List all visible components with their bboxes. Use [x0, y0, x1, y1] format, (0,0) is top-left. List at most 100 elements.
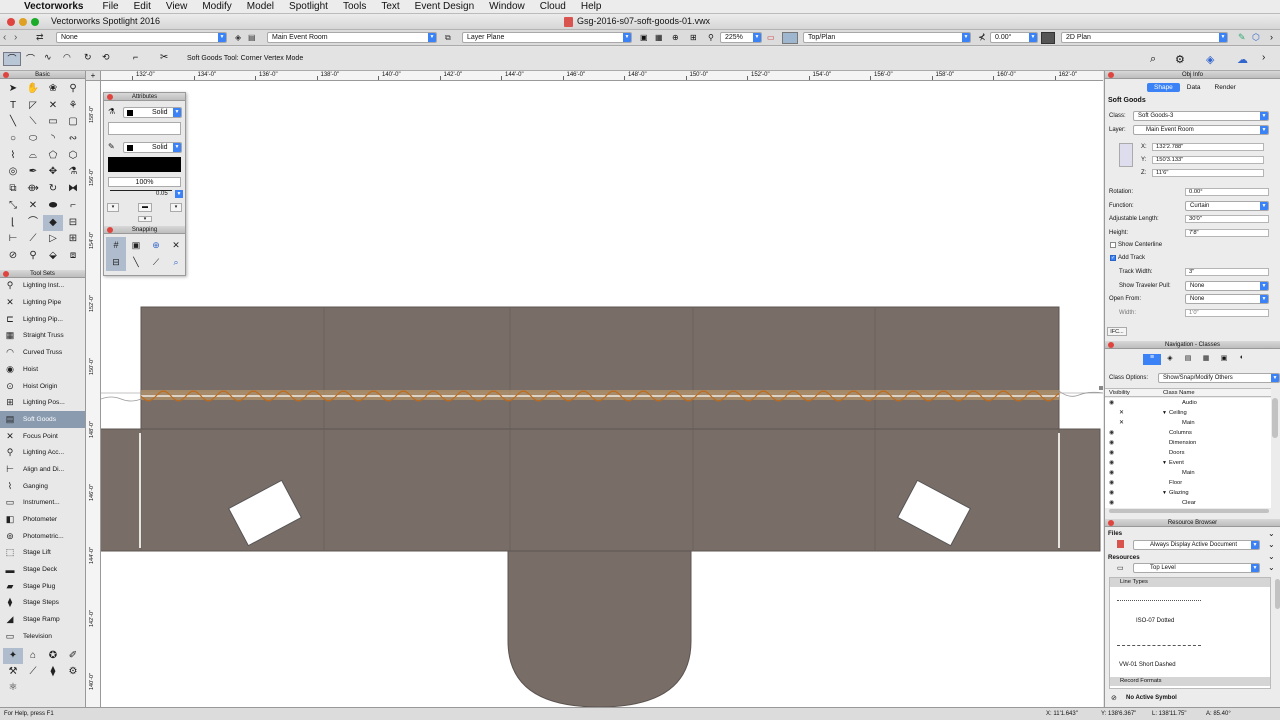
active-plane-dropdown[interactable]: Layer Plane ▼	[462, 32, 632, 43]
more-chevron-icon[interactable]: ›	[1270, 32, 1273, 42]
flyover-tool-icon[interactable]: ❀	[43, 81, 63, 98]
position-anchor-icon[interactable]	[1119, 143, 1133, 167]
fill-style-dropdown[interactable]: Solid ▼	[123, 107, 182, 118]
detailing-toolset-icon[interactable]: ✪	[43, 648, 63, 664]
connect-tool-icon[interactable]: ⌐	[63, 198, 83, 215]
arrowhead-settings-icon[interactable]: ▬	[138, 203, 152, 212]
3d-modeling-toolset-icon[interactable]: ⧫	[43, 664, 63, 680]
y-field[interactable]: 150'3.133"	[1152, 156, 1264, 164]
function-dropdown[interactable]: Curtain ▼	[1185, 201, 1269, 211]
layer-icon[interactable]: ▤	[248, 33, 256, 42]
eye-icon[interactable]: ◉	[1109, 468, 1114, 478]
menu-file[interactable]: File	[102, 1, 118, 12]
z-field[interactable]: 11'6"	[1152, 169, 1264, 177]
visualization-toolset-icon[interactable]: ⚙	[63, 664, 83, 680]
split-tool-icon[interactable]: ⬬	[43, 198, 63, 215]
selection-tool-icon[interactable]: ➤	[3, 81, 23, 98]
current-view-dropdown[interactable]: Top/Plan ▼	[803, 32, 971, 43]
expander-icon[interactable]: ▼	[1162, 408, 1167, 418]
close-palette-icon[interactable]	[1108, 520, 1114, 526]
arc-vertex-mode-icon[interactable]: ◠	[63, 52, 71, 63]
viewports-tab-icon[interactable]: ▦	[1197, 354, 1215, 365]
tool-photometric[interactable]: ⊚ Photometric...	[0, 528, 85, 545]
snap-distance-icon[interactable]: ⊟	[106, 254, 126, 271]
radius-vertex-mode-icon[interactable]: ↻	[84, 52, 92, 63]
spotlight-toolset-icon[interactable]: ✦	[3, 648, 23, 664]
tool-instrument[interactable]: ▭ Instrument...	[0, 495, 85, 512]
callout-tool-icon[interactable]: ◸	[23, 98, 43, 115]
cloud-sync-icon[interactable]: ☁	[1237, 53, 1248, 66]
freehand-tool-icon[interactable]: ⌇	[3, 148, 23, 165]
tool-ganging[interactable]: ⌇ Ganging	[0, 478, 85, 495]
3d-dimension-tool-icon[interactable]: ⬙	[43, 248, 63, 265]
tab-shape[interactable]: Shape	[1147, 83, 1180, 92]
corner-vertex-mode-icon[interactable]: ⌒	[3, 52, 21, 66]
render-mode-icon[interactable]	[1041, 32, 1055, 44]
arc-length-tool-icon[interactable]: ⊞	[63, 231, 83, 248]
pen-style-dropdown[interactable]: Solid ▼	[123, 142, 182, 153]
page-icon[interactable]: ▭	[767, 33, 775, 42]
menu-event-design[interactable]: Event Design	[415, 1, 474, 12]
projection-icon[interactable]: ✎	[1238, 32, 1246, 43]
fill-preview[interactable]	[108, 122, 181, 135]
mirror-tool-icon[interactable]: ⧓	[63, 181, 83, 198]
chamfer-tool-icon[interactable]: ⌒	[23, 215, 43, 232]
eye-icon[interactable]: ◉	[1109, 488, 1114, 498]
pan-tool-icon[interactable]: ✋	[23, 81, 43, 98]
menu-edit[interactable]: Edit	[134, 1, 151, 12]
menu-tools[interactable]: Tools	[343, 1, 366, 12]
text-tool-icon[interactable]: T	[3, 98, 23, 115]
double-line-tool-icon[interactable]: ⟍	[23, 114, 43, 131]
rounded-rectangle-tool-icon[interactable]: ▢	[63, 114, 83, 131]
object-layer-dropdown[interactable]: Main Event Room ▼	[1133, 125, 1269, 135]
class-row[interactable]: ◉ Audio	[1105, 398, 1271, 408]
protractor-tool-icon[interactable]: ⚲	[23, 248, 43, 265]
zoom-tool-icon[interactable]: ⚲	[63, 81, 83, 98]
class-row[interactable]: ◉ Columns	[1105, 428, 1271, 438]
ifc-button[interactable]: IFC...	[1107, 327, 1127, 336]
cubic-vertex-mode-icon[interactable]: ∿	[44, 52, 52, 63]
menu-window[interactable]: Window	[489, 1, 525, 12]
chevron-down-icon[interactable]: ⌄	[1268, 552, 1275, 561]
zoom-out-icon[interactable]: ⊞	[690, 33, 697, 42]
app-menu[interactable]: Vectorworks	[24, 1, 83, 12]
close-window-button[interactable]	[7, 18, 15, 26]
building-shell-toolset-icon[interactable]: ⌂	[23, 648, 43, 664]
zoom-icon[interactable]: ⚲	[708, 33, 714, 42]
class-row[interactable]: ✕ ▼ Ceiling	[1105, 408, 1271, 418]
chevron-down-icon[interactable]: ▼	[175, 190, 183, 198]
invisible-icon[interactable]: ✕	[1119, 408, 1124, 418]
site-planning-toolset-icon[interactable]: ⟋	[23, 664, 43, 680]
fit-objects-icon[interactable]: ⊕	[672, 33, 679, 42]
clip-tool-icon[interactable]: ⧉	[3, 181, 23, 198]
class-row[interactable]: ✕ Main	[1105, 418, 1271, 428]
eye-icon[interactable]: ◉	[1109, 438, 1114, 448]
selected-tool-icon[interactable]: ◆	[43, 214, 63, 232]
height-field[interactable]: 7'8"	[1185, 229, 1269, 237]
rotate-plan-icon[interactable]: ⊀	[978, 32, 986, 43]
spiral-tool-icon[interactable]: ◎	[3, 164, 23, 181]
class-list-hscrollbar[interactable]	[1109, 509, 1269, 513]
class-visibility-icon[interactable]: ◈	[235, 33, 241, 42]
line-type-vw-01-short-dashed[interactable]: VW-01 Short Dashed	[1119, 662, 1176, 668]
close-palette-icon[interactable]	[3, 270, 9, 277]
circle-tool-icon[interactable]: ○	[3, 131, 23, 148]
save-view-icon[interactable]: ▣	[640, 33, 648, 42]
attribute-mapping-tool-icon[interactable]: ✥	[43, 164, 63, 181]
menu-modify[interactable]: Modify	[202, 1, 231, 12]
tool-lighting-instrument[interactable]: ⚲ Lighting Inst...	[0, 278, 85, 295]
minimize-window-button[interactable]	[19, 18, 27, 26]
expander-icon[interactable]: ▼	[1162, 488, 1167, 498]
tape-measure-tool-icon[interactable]: ⊘	[3, 248, 23, 265]
visibility-tool-icon[interactable]: ⊟	[63, 215, 83, 232]
class-row[interactable]: ◉ Floor	[1105, 478, 1271, 488]
invisible-icon[interactable]: ✕	[1119, 418, 1124, 428]
ruler-origin-icon[interactable]: +	[86, 71, 101, 81]
tool-stage-lift[interactable]: ⬚ Stage Lift	[0, 545, 85, 562]
sheets-tab-icon[interactable]: ▤	[1179, 354, 1197, 365]
forward-arrow-icon[interactable]: ›	[14, 32, 17, 43]
polygon-tool-icon[interactable]: ⬠	[43, 148, 63, 165]
dims-notes-toolset-icon[interactable]: ✐	[63, 648, 83, 664]
soft-goods-preferences-icon[interactable]: ✂	[160, 52, 168, 63]
snap-point-icon[interactable]: ⟋	[146, 254, 166, 271]
